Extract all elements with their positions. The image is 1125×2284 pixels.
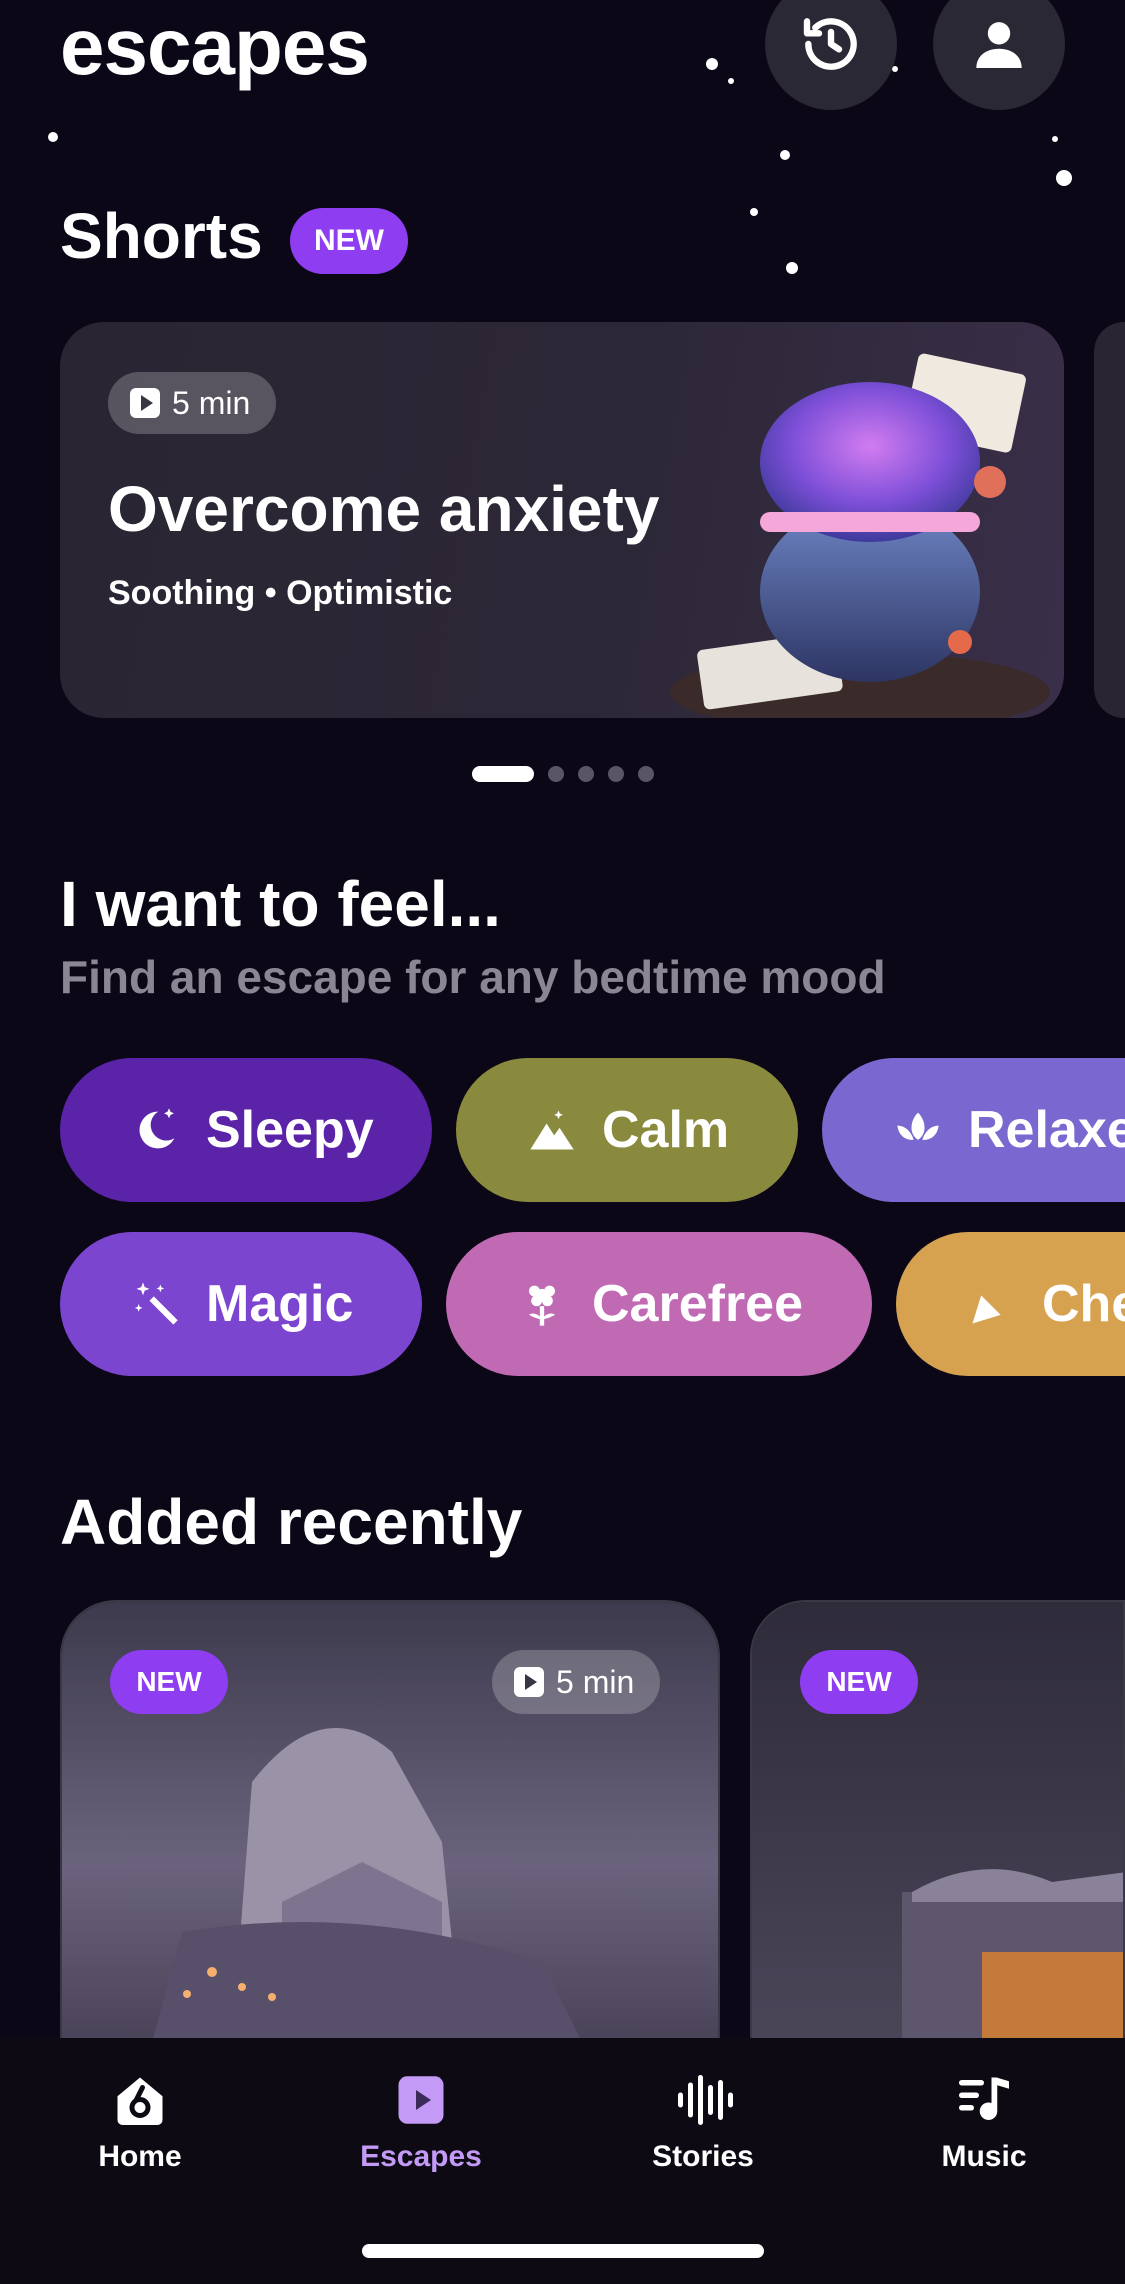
party-popper-icon xyxy=(972,1284,1012,1324)
app-title: escapes xyxy=(60,2,370,91)
duration-pill: 5 min xyxy=(108,372,277,434)
recent-heading: Added recently xyxy=(60,1486,523,1558)
shorts-heading: Shorts xyxy=(60,200,263,272)
recent-card[interactable]: NEW 5 min xyxy=(60,1600,720,2040)
mood-label: Calm xyxy=(602,1101,730,1159)
feel-heading: I want to feel... xyxy=(60,868,501,940)
home-icon xyxy=(117,2077,163,2125)
mountain-icon xyxy=(530,1110,574,1150)
mood-label: Magic xyxy=(206,1275,354,1333)
profile-button[interactable] xyxy=(933,0,1065,110)
mood-label: Carefree xyxy=(592,1275,804,1333)
pagination-dot[interactable] xyxy=(548,766,564,782)
star-decoration xyxy=(780,150,790,160)
carousel-pagination xyxy=(472,766,654,782)
tab-label: Stories xyxy=(652,2140,754,2173)
play-icon xyxy=(514,1667,544,1697)
star-decoration xyxy=(48,132,58,142)
star-decoration xyxy=(750,208,758,216)
flower-icon xyxy=(529,1285,555,1326)
star-decoration xyxy=(1052,136,1058,142)
short-subtitle: Soothing • Optimistic xyxy=(108,574,453,612)
mood-chip-calm[interactable]: Calm xyxy=(456,1058,798,1202)
mood-label: Sleepy xyxy=(206,1101,374,1159)
star-decoration xyxy=(786,262,798,274)
recent-card[interactable]: NEW xyxy=(750,1600,1125,2040)
pagination-dot[interactable] xyxy=(608,766,624,782)
new-badge: NEW xyxy=(110,1650,228,1714)
pagination-dot-active[interactable] xyxy=(472,766,534,782)
tab-label: Music xyxy=(941,2140,1027,2173)
lotus-icon xyxy=(897,1112,939,1140)
star-decoration xyxy=(1056,170,1072,186)
history-icon xyxy=(803,18,857,70)
short-card-artwork xyxy=(670,353,1050,718)
tab-home[interactable]: Home xyxy=(40,2070,240,2174)
new-badge: NEW xyxy=(290,208,408,274)
magic-wand-icon xyxy=(134,1282,178,1325)
duration-label: 5 min xyxy=(172,384,251,421)
mood-chip-relaxed[interactable]: Relaxe xyxy=(822,1058,1125,1202)
new-badge: NEW xyxy=(800,1650,918,1714)
waveform-icon xyxy=(678,2075,733,2125)
moon-stars-icon xyxy=(139,1108,175,1149)
tab-stories[interactable]: Stories xyxy=(603,2070,803,2174)
mood-chip-sleepy[interactable]: Sleepy xyxy=(60,1058,432,1202)
short-title: Overcome anxiety xyxy=(108,473,660,545)
mood-chip-magic[interactable]: Magic xyxy=(60,1232,422,1376)
tab-escapes[interactable]: Escapes xyxy=(321,2070,521,2174)
music-note-icon xyxy=(959,2077,1009,2120)
tab-label: Escapes xyxy=(360,2140,482,2173)
play-icon xyxy=(130,388,160,418)
mood-chip-cheerful[interactable]: Che xyxy=(896,1232,1125,1376)
pagination-dot[interactable] xyxy=(638,766,654,782)
mood-chip-carefree[interactable]: Carefree xyxy=(446,1232,872,1376)
mood-label: Che xyxy=(1042,1275,1125,1333)
tab-label: Home xyxy=(98,2140,182,2173)
play-square-icon xyxy=(398,2076,444,2124)
duration-label: 5 min xyxy=(556,1663,635,1700)
home-indicator xyxy=(362,2244,764,2258)
mood-label: Relaxe xyxy=(968,1101,1125,1159)
tab-music[interactable]: Music xyxy=(884,2070,1084,2174)
feel-subtitle: Find an escape for any bedtime mood xyxy=(60,951,886,1003)
pagination-dot[interactable] xyxy=(578,766,594,782)
star-decoration xyxy=(706,58,718,70)
duration-pill: 5 min xyxy=(492,1650,661,1714)
history-button[interactable] xyxy=(765,0,897,110)
profile-icon xyxy=(976,22,1022,68)
short-card[interactable]: 5 min Overcome anxiety Soothing • Optimi… xyxy=(60,322,1064,718)
next-short-card[interactable] xyxy=(1094,322,1125,718)
star-decoration xyxy=(728,78,734,84)
